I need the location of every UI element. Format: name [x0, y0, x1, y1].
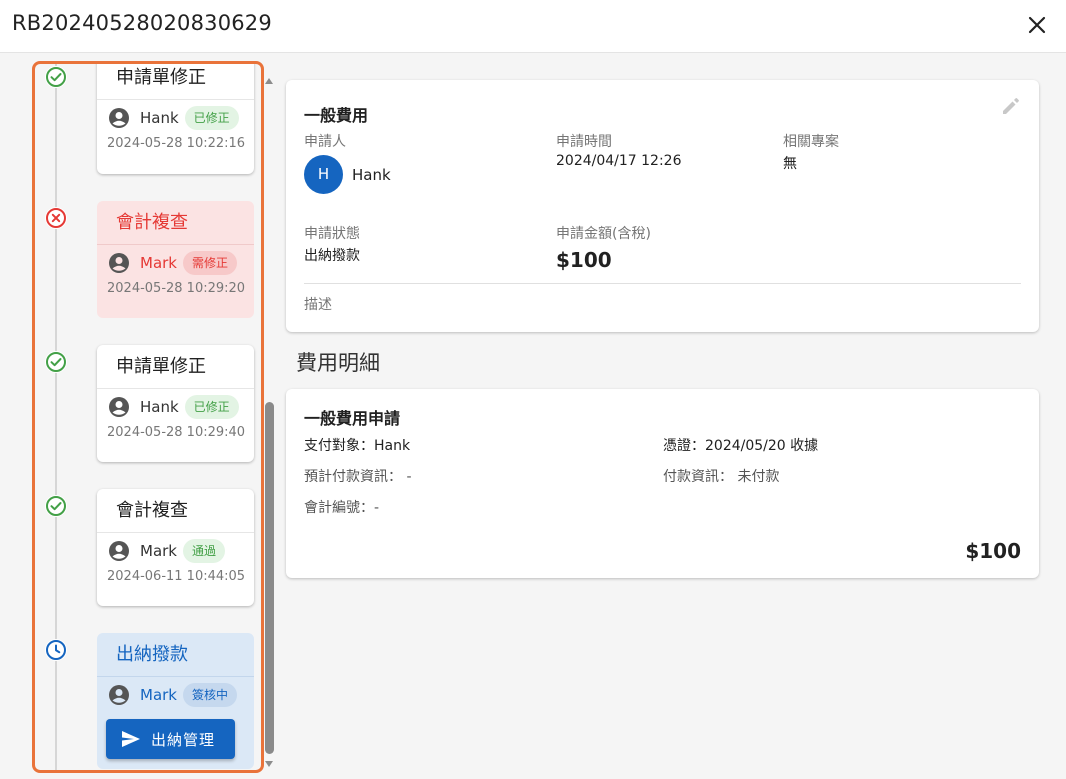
step-timestamp: 2024-06-11 10:44:05: [107, 569, 246, 584]
detail-title: 一般費用申請: [304, 409, 401, 428]
apply-time-label: 申請時間: [556, 134, 612, 150]
clock-icon: [45, 639, 67, 661]
timeline-line: [55, 64, 57, 770]
apply-time-value: 2024/04/17 12:26: [556, 153, 682, 169]
step-user-name: Mark: [140, 686, 177, 704]
timeline-card-rejected: 會計複查 Mark 需修正 2024-05-28 10:29:20: [97, 201, 254, 318]
payment-info-text: 付款資訊： 未付款: [663, 469, 780, 485]
summary-panel: 一般費用 申請人 H Hank 申請時間 2024/04/17 12:26 相關…: [286, 80, 1039, 332]
scroll-down-arrow-icon[interactable]: [265, 761, 273, 767]
status-badge: 已修正: [184, 395, 239, 419]
check-circle-icon: [45, 66, 67, 88]
cancel-circle-icon: [45, 207, 67, 229]
status-badge: 已修正: [184, 106, 239, 130]
edit-icon[interactable]: [1000, 95, 1022, 117]
account-circle-icon: [109, 541, 129, 561]
step-user: Hank 已修正: [97, 389, 254, 425]
step-title: 申請單修正: [97, 64, 254, 100]
step-timestamp: 2024-05-28 10:22:16: [107, 136, 246, 151]
section-title: 費用明細: [296, 351, 380, 375]
approval-timeline: 申請單修正 Hank 已修正 2024-05-28 10:22:16 會計複查 …: [32, 61, 264, 773]
project-value: 無: [783, 156, 797, 172]
timeline-card: 申請單修正 Hank 已修正 2024-05-28 10:22:16: [97, 64, 254, 174]
description-label: 描述: [304, 297, 332, 313]
step-timestamp: 2024-05-28 10:29:40: [107, 425, 246, 440]
timeline-card: 申請單修正 Hank 已修正 2024-05-28 10:29:40: [97, 345, 254, 462]
payee-text: 支付對象：Hank: [304, 438, 411, 454]
timeline-card: 會計複查 Mark 通過 2024-06-11 10:44:05: [97, 489, 254, 606]
send-icon: [122, 731, 140, 747]
dialog-title: RB20240528020830629: [12, 11, 272, 35]
status-badge: 通過: [183, 539, 226, 563]
avatar: H: [304, 155, 343, 194]
step-user: Mark 簽核中: [97, 677, 254, 713]
voucher-text: 憑證：2024/05/20 收據: [663, 438, 819, 454]
status-badge: 需修正: [183, 251, 238, 275]
cashier-management-button[interactable]: 出納管理: [106, 719, 235, 759]
check-circle-icon: [45, 495, 67, 517]
project-label: 相關專案: [783, 134, 839, 150]
expected-payment-text: 預計付款資訊： -: [304, 469, 412, 485]
applicant-label: 申請人: [304, 134, 346, 150]
step-title: 會計複查: [97, 201, 254, 245]
category-title: 一般費用: [304, 106, 369, 125]
status-label: 申請狀態: [304, 226, 360, 242]
detail-total: $100: [965, 539, 1021, 563]
step-user: Mark 通過: [97, 533, 254, 569]
scroll-thumb[interactable]: [265, 402, 274, 754]
step-title: 會計複查: [97, 489, 254, 533]
step-user-name: Hank: [140, 398, 179, 416]
amount-value: $100: [556, 248, 612, 272]
step-user: Hank 已修正: [97, 100, 254, 136]
cashier-management-label: 出納管理: [151, 730, 216, 749]
timeline-card-active: 出納撥款 Mark 簽核中 出納管理: [97, 633, 254, 769]
applicant-name: Hank: [352, 166, 391, 184]
account-circle-icon: [109, 253, 129, 273]
divider: [304, 283, 1021, 284]
account-circle-icon: [109, 397, 129, 417]
step-title: 申請單修正: [97, 345, 254, 389]
dialog-header: RB20240528020830629: [0, 0, 1066, 53]
step-timestamp: 2024-05-28 10:29:20: [107, 281, 246, 296]
amount-label: 申請金額(含稅): [556, 226, 651, 242]
step-title: 出納撥款: [97, 633, 254, 677]
step-user-name: Mark: [140, 254, 177, 272]
scroll-up-arrow-icon[interactable]: [265, 78, 273, 84]
timeline-scrollbar[interactable]: [264, 72, 275, 772]
step-user: Mark 需修正: [97, 245, 254, 281]
check-circle-icon: [45, 351, 67, 373]
status-badge: 簽核中: [183, 683, 238, 707]
step-user-name: Hank: [140, 109, 179, 127]
close-icon[interactable]: [1023, 11, 1051, 39]
step-user-name: Mark: [140, 542, 177, 560]
expense-detail-panel: 一般費用申請 支付對象：Hank 憑證：2024/05/20 收據 預計付款資訊…: [286, 389, 1039, 578]
accounting-number-text: 會計編號：-: [304, 500, 380, 516]
account-circle-icon: [109, 108, 129, 128]
status-value: 出納撥款: [304, 248, 360, 264]
account-circle-icon: [109, 685, 129, 705]
